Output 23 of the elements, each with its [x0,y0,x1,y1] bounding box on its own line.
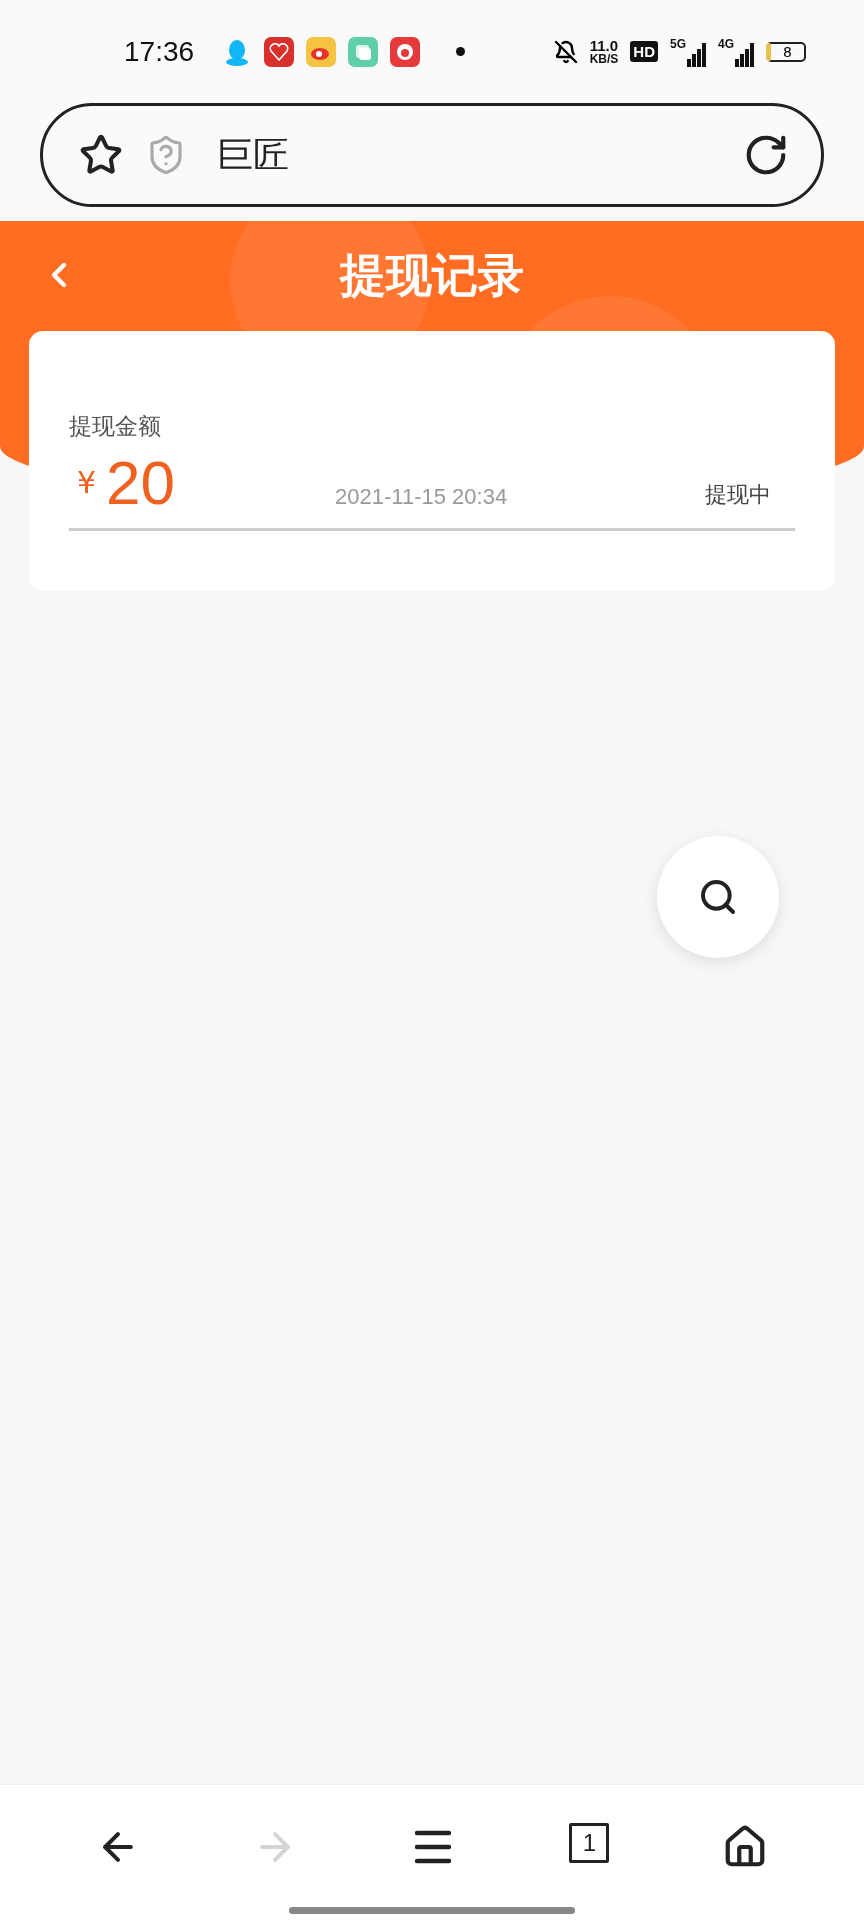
tabs-button[interactable]: 1 [569,1823,610,1863]
header-title: 提现记录 [340,247,524,304]
heart-app-icon [264,36,295,67]
battery-indicator: 8 [766,41,806,62]
search-icon [698,877,738,917]
net-speed-unit: KB/S [589,53,619,65]
hd-badge: HD [630,41,658,62]
eye-app-icon [306,36,337,67]
bell-off-icon [553,39,578,64]
status-time: 17:36 [124,35,195,68]
page-title: 巨匠 [217,132,290,177]
address-bar[interactable]: 巨匠 [40,103,824,207]
squares-app-icon [348,36,379,67]
amount-value: 20 [106,452,176,514]
currency-symbol: ¥ [77,465,97,500]
amount-label: 提现金额 [69,412,161,441]
signal-indicator: 5G [669,36,706,67]
signal-indicator: 4G [718,36,754,67]
star-icon[interactable] [79,133,123,177]
record-date: 2021-11-15 20:34 [335,484,508,510]
notification-dot [456,47,466,56]
record-status: 提现中 [705,481,771,509]
net-speed: 11.0 [589,38,619,53]
